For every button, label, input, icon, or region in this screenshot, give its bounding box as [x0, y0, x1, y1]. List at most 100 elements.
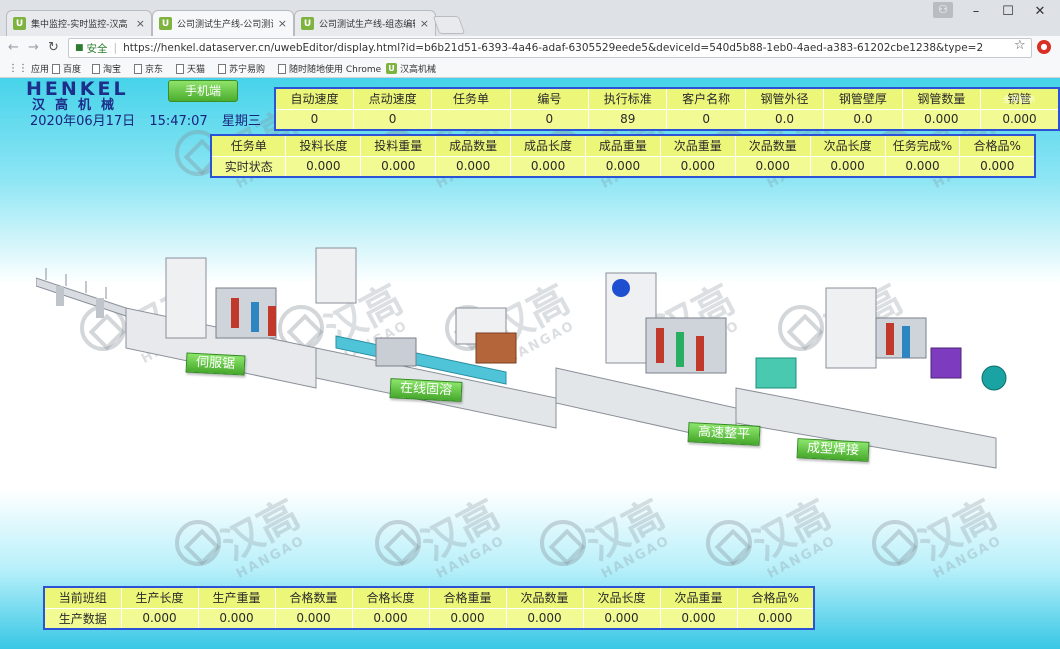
maximize-icon[interactable]: ☐: [996, 4, 1020, 19]
table-cell: 0.000: [351, 607, 430, 630]
table-cell: 0.000: [884, 155, 961, 178]
table-cell: 0.000: [959, 155, 1036, 178]
table-cell: 0.000: [734, 155, 811, 178]
table-header-cell: 任务单: [431, 87, 511, 110]
bookmark-label: 苏宁易购: [229, 65, 266, 75]
table-header-cell: 成品数量: [435, 134, 512, 157]
high-speed-leveling-label[interactable]: 高速整平: [687, 422, 761, 446]
datetime-display: 2020年06月17日 15:47:07 星期三: [30, 110, 271, 129]
table-header-cell: 钢管数量: [901, 87, 982, 110]
servo-saw-label[interactable]: 伺服锯: [185, 352, 246, 376]
table-cell: 0.000: [809, 155, 886, 178]
user-profile-icon[interactable]: ⚇: [933, 2, 953, 18]
close-icon[interactable]: ×: [278, 17, 287, 30]
table-header-cell: 成品重量: [584, 134, 661, 157]
table-header-cell: 合格数量: [274, 586, 353, 609]
page-icon: [278, 63, 286, 74]
forming-welding-label[interactable]: 成型焊接: [796, 438, 870, 462]
minimize-icon[interactable]: –: [964, 4, 988, 19]
table-cell: 0.000: [901, 108, 982, 131]
table-header-cell: 投料重量: [360, 134, 437, 157]
app-favicon-icon: U: [386, 63, 397, 74]
table-header-cell: 合格长度: [351, 586, 430, 609]
bookmark-suning[interactable]: 苏宁易购: [218, 62, 265, 75]
table-cell: 0.000: [736, 607, 815, 630]
bookmarks-bar: ⋮⋮ 应用 百度 淘宝 京东 天猫 苏宁易购 随时随地使用 Chrome U 汉…: [0, 60, 1060, 78]
close-icon[interactable]: ×: [420, 17, 429, 30]
app-favicon-icon: U: [301, 17, 314, 30]
reload-icon[interactable]: ↻: [48, 40, 59, 55]
url-separator: |: [113, 42, 118, 54]
parameter-table: 自动速度 点动速度 任务单 编号 执行标准 客户名称 钢管外径 钢管壁厚 钢管数…: [274, 87, 1060, 131]
table-cell: 0: [352, 108, 433, 131]
bookmark-label: 百度: [63, 65, 82, 75]
table-cell: 0.000: [360, 155, 437, 178]
annealing-unit: [315, 307, 557, 429]
bookmark-label: 应用: [31, 65, 50, 75]
fullscreen-button[interactable]: 全屏显示: [1003, 94, 1035, 105]
table-header-row: 当前班组 生产长度 生产重量 合格数量 合格长度 合格重量 次品数量 次品长度 …: [43, 586, 815, 609]
table-header-row: 任务单 投料长度 投料重量 成品数量 成品长度 成品重量 次品重量 次品数量 次…: [210, 134, 1036, 157]
bookmark-taobao[interactable]: 淘宝: [92, 62, 121, 75]
table-cell: 0: [274, 108, 354, 131]
logo-text: HENKEL: [26, 78, 129, 100]
app-favicon-icon: U: [159, 17, 172, 30]
star-icon[interactable]: ☆: [1014, 38, 1026, 53]
tab-central-monitor[interactable]: U 集中监控-实时监控-汉高 ×: [6, 10, 152, 36]
bookmark-label: 天猫: [187, 65, 206, 75]
table-cell: [431, 108, 511, 131]
weekday-text: 星期三: [221, 114, 261, 129]
window-close-icon[interactable]: ✕: [1028, 4, 1052, 19]
table-cell: 0.000: [505, 607, 584, 630]
feed-conveyor: [36, 268, 127, 318]
address-bar: ← → ↻ ■ 安全 | https://henkel.dataserver.c…: [0, 36, 1060, 60]
bookmark-label: 淘宝: [103, 65, 122, 75]
page-icon: [134, 63, 142, 74]
row-label: 生产数据: [43, 607, 122, 630]
realtime-status-table: 任务单 投料长度 投料重量 成品数量 成品长度 成品重量 次品重量 次品数量 次…: [210, 134, 1036, 178]
table-cell: 0.000: [274, 607, 353, 630]
table-header-cell: 次品数量: [505, 586, 584, 609]
table-header-cell: 合格品%: [736, 586, 815, 609]
table-row: 0 0 0 89 0 0.0 0.0 0.000 0.000: [274, 108, 1060, 131]
bookmark-apps[interactable]: ⋮⋮ 应用: [8, 62, 49, 75]
table-header-cell: 自动速度: [274, 87, 354, 110]
tab-production-line[interactable]: U 公司测试生产线-公司测试 ×: [152, 10, 294, 36]
bookmark-jd[interactable]: 京东: [134, 62, 163, 75]
table-header-cell: 合格品%: [959, 134, 1036, 157]
table-cell: 0.000: [510, 155, 586, 178]
bookmark-chrome[interactable]: 随时随地使用 Chrome: [278, 62, 381, 75]
table-header-row: 自动速度 点动速度 任务单 编号 执行标准 客户名称 钢管外径 钢管壁厚 钢管数…: [274, 87, 1060, 110]
table-row: 实时状态 0.000 0.000 0.000 0.000 0.000 0.000…: [210, 155, 1036, 178]
url-input[interactable]: ■ 安全 | https://henkel.dataserver.cn/uweb…: [68, 38, 1032, 58]
bookmark-label: 京东: [145, 65, 164, 75]
url-text: https://henkel.dataserver.cn/uwebEditor/…: [123, 42, 984, 54]
table-header-cell: 点动速度: [352, 87, 433, 110]
time-text: 15:47:07: [149, 114, 208, 129]
close-icon[interactable]: ×: [136, 17, 145, 30]
row-label: 实时状态: [210, 155, 287, 178]
table-header-cell: 次品长度: [582, 586, 661, 609]
table-header-cell: 成品长度: [510, 134, 586, 157]
table-cell: 0.000: [584, 155, 661, 178]
forward-arrow-icon[interactable]: →: [28, 40, 39, 55]
bookmark-hangao[interactable]: U 汉高机械: [386, 62, 436, 75]
mobile-view-button[interactable]: 手机端: [168, 80, 238, 102]
company-logo: HENKEL 汉高机械: [26, 80, 129, 114]
new-tab-button[interactable]: [432, 16, 466, 34]
table-cell: 0.000: [428, 607, 507, 630]
table-header-cell: 生产重量: [197, 586, 276, 609]
bookmark-baidu[interactable]: 百度: [52, 62, 81, 75]
table-cell: 0.000: [980, 108, 1060, 131]
table-cell: 0.000: [659, 155, 736, 178]
bookmark-tmall[interactable]: 天猫: [176, 62, 205, 75]
tab-config-editor[interactable]: U 公司测试生产线-组态编辑 ×: [294, 10, 436, 36]
back-arrow-icon[interactable]: ←: [8, 40, 19, 55]
table-row: 生产数据 0.000 0.000 0.000 0.000 0.000 0.000…: [43, 607, 815, 630]
tab-bar: U 集中监控-实时监控-汉高 × U 公司测试生产线-公司测试 × U 公司测试…: [0, 0, 1060, 36]
extension-icon[interactable]: ●: [1037, 40, 1051, 54]
table-cell: 0.000: [120, 607, 199, 630]
page-icon: [52, 63, 60, 74]
app-favicon-icon: U: [13, 17, 26, 30]
online-annealing-label[interactable]: 在线固溶: [389, 378, 463, 402]
